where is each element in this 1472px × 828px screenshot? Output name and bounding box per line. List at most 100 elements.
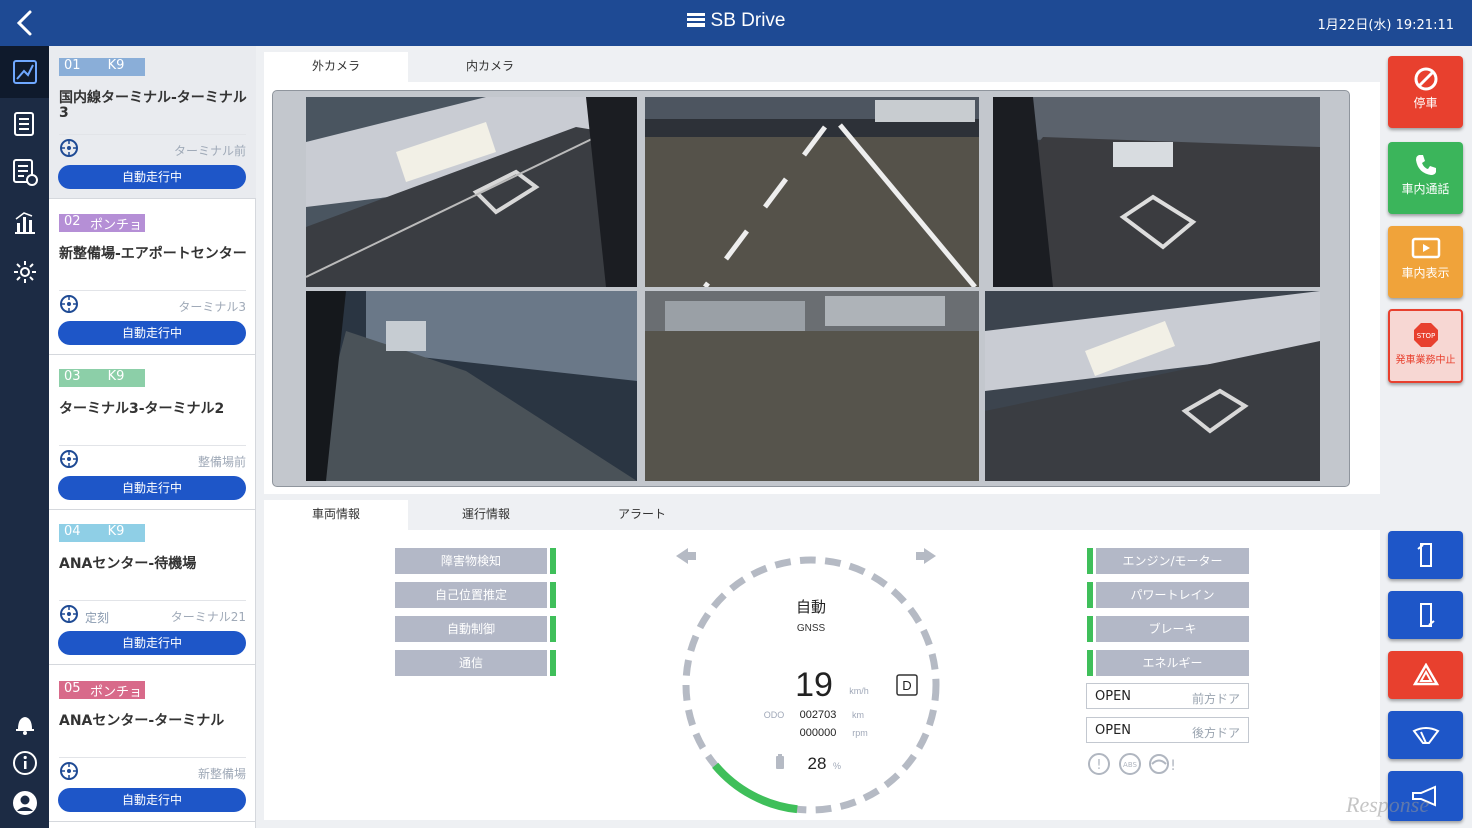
route-card[interactable]: 05 ポンチョ ANAセンター-ターミナル 新整備場 自動走行中 [49, 669, 256, 822]
schedule-type: 定刻 [85, 611, 110, 625]
side-nav [0, 46, 49, 828]
stop-vehicle-button[interactable]: 停車 [1388, 56, 1463, 128]
route-number: 04 [59, 524, 87, 542]
cancel-departure-button[interactable]: STOP 発車業務中止 [1388, 309, 1463, 383]
divider [59, 290, 246, 291]
divider [59, 600, 246, 601]
divider [59, 757, 246, 758]
action-label: 停車 [1413, 96, 1438, 110]
door-state: OPEN [1095, 689, 1132, 704]
sb-logo-icon [686, 13, 705, 27]
action-label: 車内表示 [1401, 266, 1450, 280]
next-stop: ターミナル21 [170, 610, 246, 624]
watermark: Response [1346, 792, 1430, 817]
turn-right-indicator-icon [916, 548, 936, 564]
driving-status-badge[interactable]: 自動走行中 [58, 788, 246, 812]
odo-unit: km [852, 710, 864, 720]
door-name: 後方ドア [1191, 726, 1240, 740]
settings-icon [14, 261, 36, 283]
nav-map[interactable] [0, 46, 49, 98]
system-label: 自動制御 [395, 616, 547, 642]
bell-icon [16, 717, 34, 735]
intercom-button[interactable]: 車内通話 [1388, 142, 1463, 214]
wiper-button[interactable] [1388, 711, 1463, 759]
locate-icon[interactable] [59, 761, 79, 781]
nav-info[interactable] [9, 747, 41, 779]
tab-inside-camera[interactable]: 内カメラ [418, 52, 562, 82]
route-tag: 04 K9 [59, 524, 145, 542]
status-brake: ブレーキ [1087, 616, 1249, 642]
route-card[interactable]: 01 K9 国内線ターミナル-ターミナル3 ターミナル前 自動走行中 [49, 46, 256, 199]
driving-status-badge[interactable]: 自動走行中 [58, 321, 246, 345]
front-door-button[interactable] [1388, 531, 1463, 579]
camera-feed-front-left[interactable] [306, 97, 637, 287]
vehicle-name: ポンチョ [87, 681, 145, 700]
tab-outside-camera[interactable]: 外カメラ [264, 52, 408, 82]
vehicle-info-panel: 障害物検知 自己位置推定 自動制御 通信 エンジン/モーター パワートレイン ブ… [264, 530, 1380, 820]
system-label: エネルギー [1096, 650, 1249, 676]
driving-status-badge[interactable]: 自動走行中 [58, 476, 246, 500]
status-ok-indicator [1087, 582, 1093, 608]
route-title: 国内線ターミナル-ターミナル3 [59, 90, 247, 121]
nav-user[interactable] [9, 787, 41, 819]
action-label: 発車業務中止 [1395, 355, 1456, 366]
nav-settings[interactable] [9, 256, 41, 288]
next-stop: ターミナル前 [173, 144, 246, 158]
info-tabs: 車両情報 運行情報 アラート [264, 500, 1380, 530]
system-label: パワートレイン [1096, 582, 1249, 608]
nav-report[interactable] [9, 156, 41, 188]
route-card[interactable]: 04 K9 ANAセンター-待機場定刻 ターミナル21 自動走行中 [49, 512, 256, 665]
turn-left-indicator-icon [676, 548, 696, 564]
camera-feed-rear-left[interactable] [306, 291, 637, 481]
camera-feed-front-right[interactable] [993, 97, 1320, 287]
rpm-value: 000000 [800, 727, 837, 739]
tab-vehicle-info[interactable]: 車両情報 [264, 500, 408, 530]
route-card[interactable]: 03 K9 ターミナル3-ターミナル2 整備場前 自動走行中 [49, 357, 256, 510]
rear-door-button[interactable] [1388, 591, 1463, 639]
driving-status-badge[interactable]: 自動走行中 [58, 165, 246, 189]
drive-mode: 自動 [796, 599, 826, 616]
battery-icon [776, 754, 784, 769]
display-icon [1411, 237, 1440, 259]
vehicle-name: K9 [87, 58, 145, 76]
steering-warning-icon: ! [1149, 754, 1176, 774]
route-card[interactable]: 02 ポンチョ 新整備場-エアポートセンター ターミナル3 自動走行中 [49, 202, 256, 355]
hazard-button[interactable] [1388, 651, 1463, 699]
brake-warning-icon: ! [1088, 753, 1110, 775]
stop-sign-icon: STOP [1413, 323, 1438, 347]
locate-icon[interactable] [59, 294, 79, 314]
route-list: 01 K9 国内線ターミナル-ターミナル3 ターミナル前 自動走行中 02 ポンチョ 新整備場… [49, 46, 256, 828]
camera-feed-front[interactable] [645, 97, 979, 287]
route-title: ANAセンター-待機場 [59, 556, 197, 572]
user-icon [13, 791, 37, 815]
status-engine-motor: エンジン/モーター [1087, 548, 1249, 574]
battery-value: 28 [808, 754, 827, 773]
system-label: エンジン/モーター [1096, 548, 1249, 574]
rear-door-icon [1419, 603, 1435, 627]
camera-feed-rear[interactable] [645, 291, 979, 481]
status-powertrain: パワートレイン [1087, 582, 1249, 608]
locate-icon[interactable] [59, 604, 79, 624]
top-bar: SB Drive 1月22日(水) 19:21:11 [0, 0, 1472, 46]
locate-icon[interactable] [59, 449, 79, 469]
tab-operation-info[interactable]: 運行情報 [414, 500, 558, 530]
positioning-source: GNSS [797, 623, 826, 634]
nav-list[interactable] [9, 108, 41, 140]
driving-status-badge[interactable]: 自動走行中 [58, 631, 246, 655]
system-label: 障害物検知 [395, 548, 547, 574]
route-number: 05 [59, 681, 87, 699]
nav-notifications[interactable] [9, 708, 41, 740]
next-stop: ターミナル3 [178, 300, 246, 314]
status-obstacle-detection: 障害物検知 [395, 548, 557, 574]
front-door-icon [1416, 543, 1432, 567]
status-ok-indicator [550, 616, 556, 642]
status-ok-indicator [1087, 616, 1093, 642]
nav-chart[interactable] [9, 206, 41, 238]
camera-feed-rear-right[interactable] [985, 291, 1320, 481]
in-vehicle-display-button[interactable]: 車内表示 [1388, 226, 1463, 298]
chart-icon [15, 212, 35, 234]
locate-icon[interactable] [59, 138, 79, 158]
status-ok-indicator [550, 582, 556, 608]
tab-alerts[interactable]: アラート [570, 500, 714, 530]
phone-icon [1415, 155, 1436, 175]
